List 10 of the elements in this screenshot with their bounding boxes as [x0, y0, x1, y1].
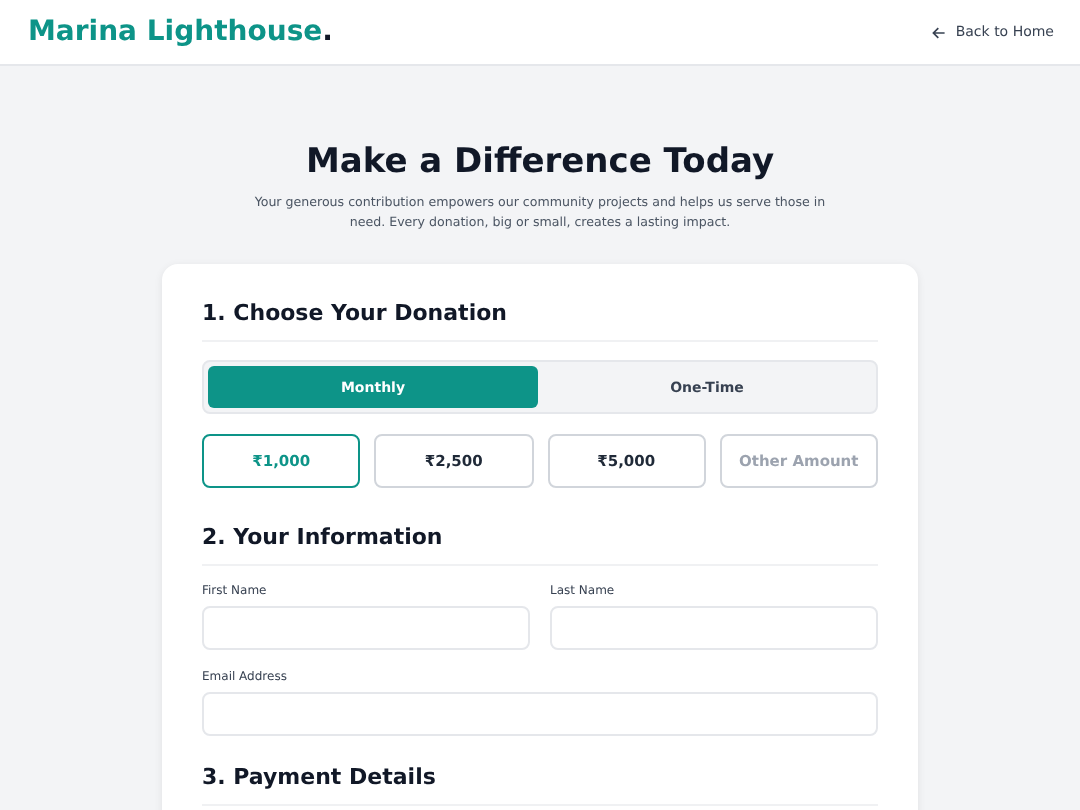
section-heading: 1. Choose Your Donation [202, 300, 878, 342]
text-field[interactable] [202, 606, 530, 650]
page-title: Make a Difference Today [303, 142, 777, 182]
arrow-left-icon [931, 25, 946, 39]
section-heading: 2. Your Information [202, 524, 878, 566]
section-heading: 3. Payment Details [202, 764, 878, 806]
text-field[interactable] [550, 606, 878, 650]
logo-dot: . [322, 16, 333, 48]
text-field[interactable] [202, 692, 878, 736]
logo: Marina Lighthouse [28, 16, 323, 48]
